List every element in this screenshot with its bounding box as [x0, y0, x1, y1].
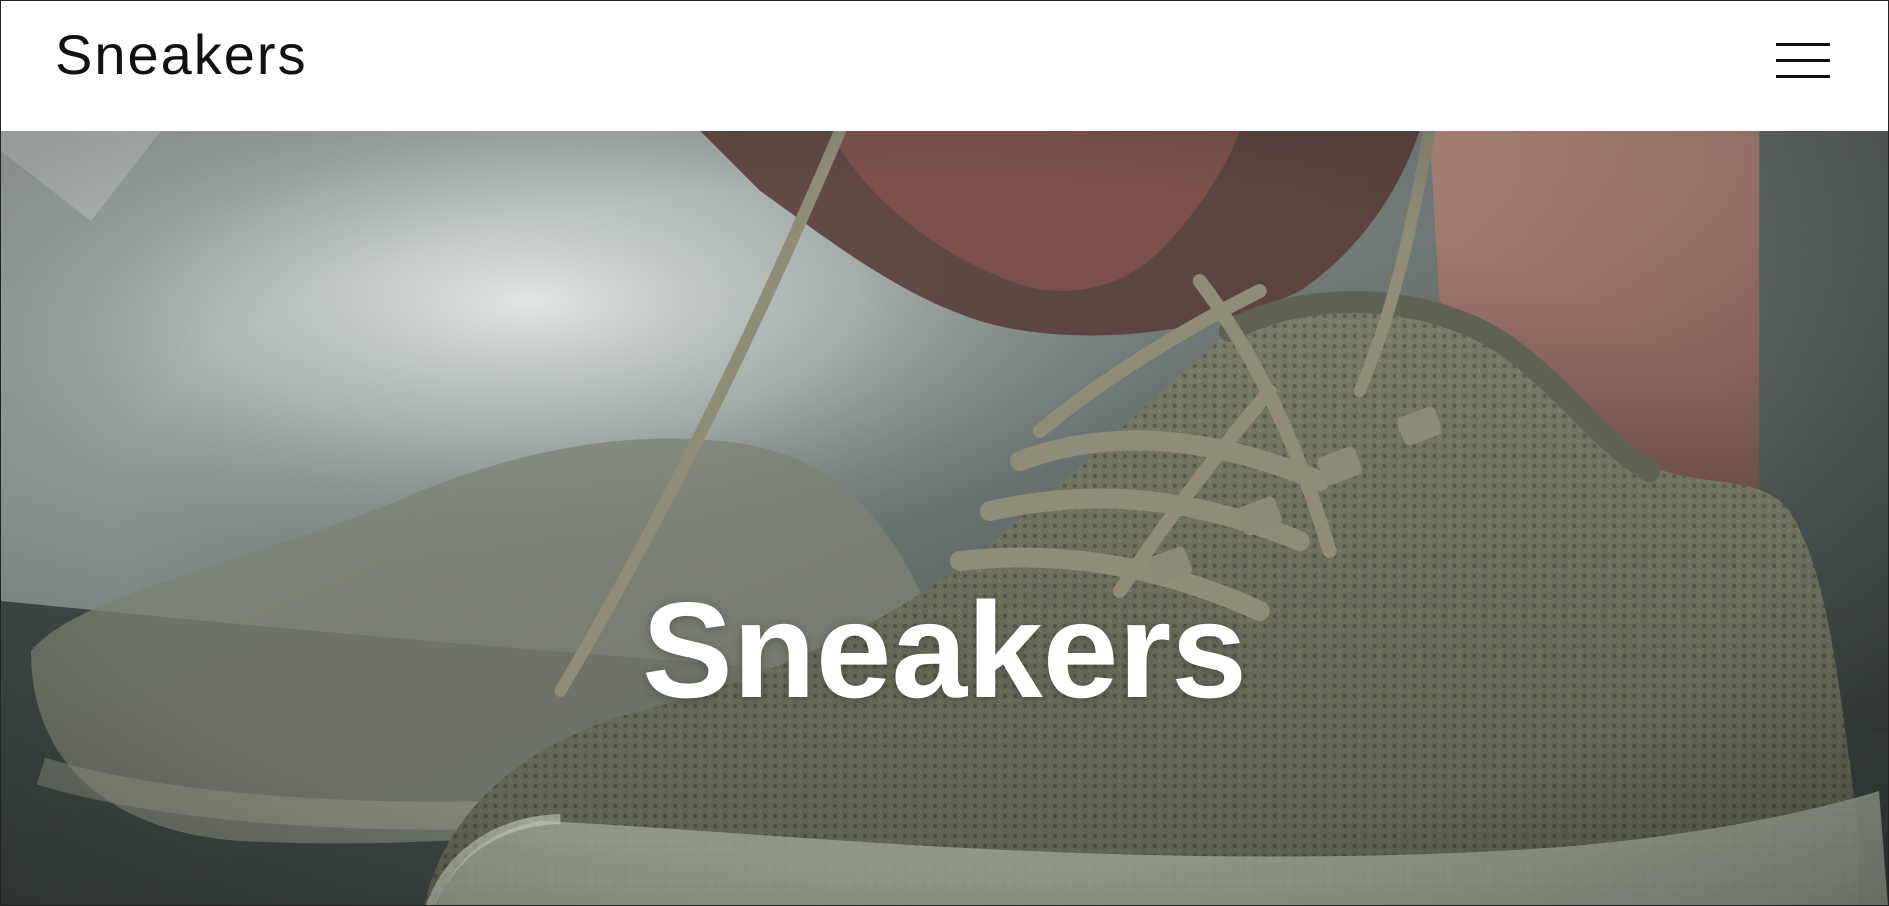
menu-line — [1776, 75, 1830, 78]
sneaker-hero-image — [1, 131, 1888, 905]
hero-banner: Sneakers — [1, 131, 1888, 905]
page: Sneakers Sneakers — [0, 0, 1889, 906]
menu-line — [1776, 43, 1830, 46]
hero-title: Sneakers — [642, 574, 1247, 727]
menu-line — [1776, 59, 1830, 62]
top-navigation-bar: Sneakers — [1, 1, 1888, 131]
hamburger-menu-icon[interactable] — [1776, 39, 1830, 83]
brand-logo-link[interactable]: Sneakers — [55, 27, 308, 83]
